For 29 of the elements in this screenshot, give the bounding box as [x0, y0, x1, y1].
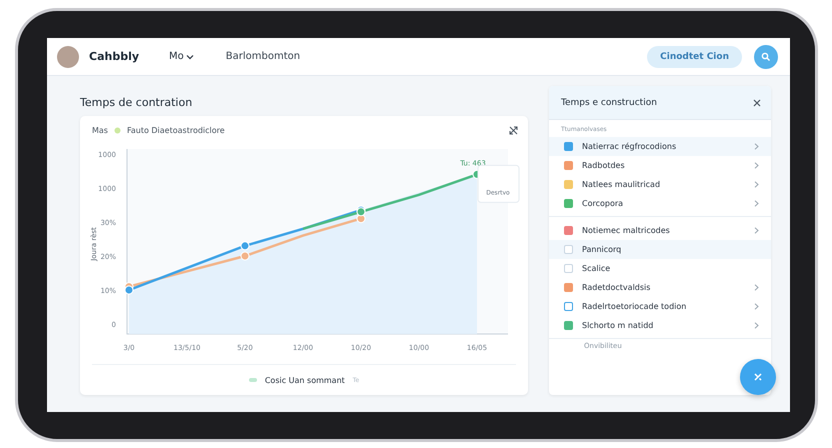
- avatar[interactable]: [57, 46, 79, 68]
- data-point: [240, 252, 250, 260]
- action-button[interactable]: Cinodtet Cion: [647, 46, 742, 68]
- legend-label: Cosic Uan sommant: [264, 376, 345, 384]
- menu-dropdown[interactable]: Mo: [169, 51, 194, 62]
- chart-tag: Mas: [92, 126, 108, 134]
- close-button[interactable]: [753, 98, 761, 106]
- expand-icon[interactable]: [509, 126, 518, 134]
- list-item[interactable]: Radbotdes: [549, 156, 771, 175]
- list-item[interactable]: Corcopora: [549, 194, 771, 213]
- list-item[interactable]: Radelrtoetoriocade todion: [549, 297, 771, 316]
- data-point: [240, 241, 250, 250]
- list-item[interactable]: Scalice: [549, 259, 771, 278]
- section-title: Temps de contration: [80, 94, 194, 110]
- legend-swatch: [248, 378, 257, 382]
- brand-name: Cahbbly: [89, 50, 140, 63]
- search-icon: [761, 52, 771, 62]
- search-button[interactable]: [754, 44, 778, 68]
- list-item[interactable]: Slchorto m natidd: [549, 316, 771, 335]
- list-item[interactable]: Natierrac régfrocodions: [549, 137, 771, 156]
- chart-subtitle: Fauto Diaetoastrodiclore: [126, 126, 225, 134]
- list-item[interactable]: Pannicorq: [549, 240, 771, 259]
- nav-link[interactable]: Barlombomton: [226, 51, 300, 62]
- list-item[interactable]: Radetdoctvaldsis: [549, 278, 771, 297]
- panel-title: Temps e construction: [561, 98, 657, 108]
- close-icon: [753, 98, 761, 106]
- list-item[interactable]: Natlees maulitricad: [549, 175, 771, 194]
- list-item[interactable]: Notiemec maltricodes: [549, 221, 771, 240]
- caret-icon: [186, 52, 194, 60]
